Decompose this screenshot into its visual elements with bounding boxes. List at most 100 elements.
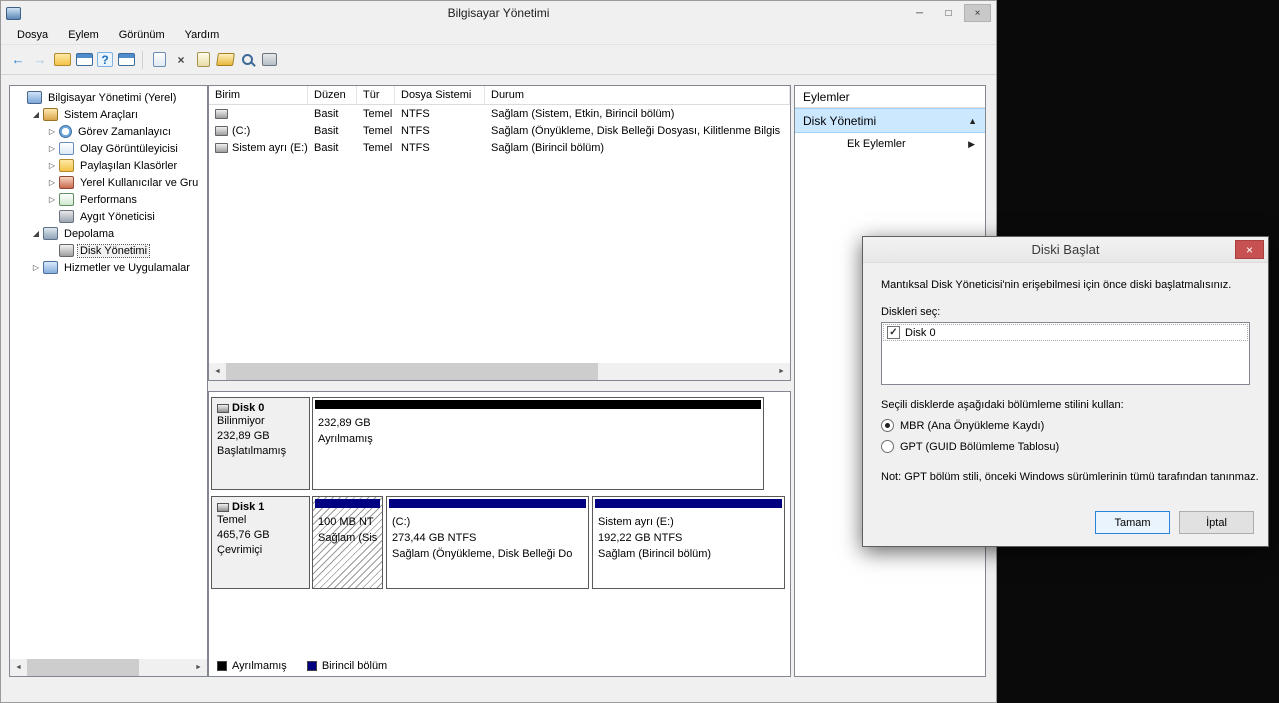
menu-gorunum[interactable]: Görünüm <box>109 26 175 44</box>
folder-icon[interactable] <box>53 53 71 66</box>
column-birim[interactable]: Birim <box>209 86 308 104</box>
help-library-icon[interactable] <box>261 53 277 66</box>
console-pane-icon[interactable] <box>117 53 135 66</box>
tree-item-yerel-kullanicilar[interactable]: ▷ Yerel Kullanıcılar ve Gru <box>10 174 207 191</box>
window-title: Bilgisayar Yönetimi <box>447 6 550 20</box>
menu-dosya[interactable]: Dosya <box>7 26 58 44</box>
volume-row-system[interactable]: Basit Temel NTFS Sağlam (Sistem, Etkin, … <box>209 105 790 122</box>
disk-icon <box>217 403 229 413</box>
column-tur[interactable]: Tür <box>357 86 395 104</box>
gpt-radio[interactable] <box>881 440 894 453</box>
volume-row-c[interactable]: (C:) Basit Temel NTFS Sağlam (Önyükleme,… <box>209 122 790 139</box>
shared-folders-icon <box>59 159 74 172</box>
task-scheduler-icon <box>59 125 72 138</box>
disk-1-label[interactable]: Disk 1 Temel 465,76 GB Çevrimiçi <box>211 496 310 589</box>
partition-e[interactable]: Sistem ayrı (E:) 192,22 GB NTFS Sağlam (… <box>592 496 785 589</box>
export-list-icon[interactable] <box>152 52 166 67</box>
primary-color-bar <box>595 499 782 508</box>
back-icon[interactable]: ← <box>9 51 27 69</box>
dialog-title: Diski Başlat <box>1031 242 1100 257</box>
menu-bar: Dosya Eylem Görünüm Yardım <box>1 25 996 45</box>
tree-item-olay-goruntuleyicisi[interactable]: ▷ Olay Görüntüleyicisi <box>10 140 207 157</box>
scroll-thumb[interactable] <box>226 363 598 380</box>
ok-button[interactable]: Tamam <box>1095 511 1170 534</box>
close-button[interactable]: × <box>964 4 991 22</box>
menu-yardim[interactable]: Yardım <box>175 26 230 44</box>
partition-style-label: Seçili disklerde aşağıdaki bölümleme sti… <box>881 399 1124 411</box>
search-icon[interactable] <box>241 54 253 65</box>
toolbar-separator <box>142 50 143 69</box>
toolbar: ← → ? × <box>1 45 996 75</box>
disk-listbox[interactable]: ✓ Disk 0 <box>881 322 1250 385</box>
gpt-option[interactable]: GPT (GUID Bölümleme Tablosu) <box>881 440 1250 453</box>
dialog-titlebar[interactable]: Diski Başlat × <box>863 237 1268 263</box>
expand-icon[interactable]: ▷ <box>45 161 59 170</box>
tree-item-aygit-yoneticisi[interactable]: Aygıt Yöneticisi <box>10 208 207 225</box>
titlebar[interactable]: Bilgisayar Yönetimi ─ □ × <box>1 1 996 25</box>
select-disks-label: Diskleri seç: <box>881 306 941 318</box>
action-ek-eylemler[interactable]: Ek Eylemler ▶ <box>795 133 985 155</box>
unallocated-color-bar <box>315 400 761 409</box>
scroll-right-icon[interactable]: ► <box>190 659 207 676</box>
volume-list-header: Birim Düzen Tür Dosya Sistemi Durum <box>209 86 790 105</box>
radio-dot <box>885 423 890 428</box>
column-dosya-sistemi[interactable]: Dosya Sistemi <box>395 86 485 104</box>
chevron-up-icon[interactable]: ▲ <box>968 116 977 126</box>
menu-eylem[interactable]: Eylem <box>58 26 109 44</box>
disk-0-list-item[interactable]: ✓ Disk 0 <box>883 324 1248 341</box>
tree-horizontal-scrollbar[interactable]: ◄ ► <box>10 659 207 676</box>
mbr-option[interactable]: MBR (Ana Önyükleme Kaydı) <box>881 419 1250 432</box>
volume-row-e[interactable]: Sistem ayrı (E:) Basit Temel NTFS Sağlam… <box>209 139 790 156</box>
disk-0-unallocated-region[interactable]: 232,89 GB Ayrılmamış <box>312 397 764 490</box>
expand-icon[interactable]: ▷ <box>45 144 59 153</box>
collapse-icon[interactable]: ◢ <box>29 110 43 119</box>
tree-item-sistem-araclari[interactable]: ◢ Sistem Araçları <box>10 106 207 123</box>
expand-icon[interactable]: ▷ <box>45 195 59 204</box>
properties-icon[interactable] <box>196 52 210 67</box>
primary-swatch <box>306 661 317 671</box>
disk-0-label[interactable]: Disk 0 Bilinmiyor 232,89 GB Başlatılmamı… <box>211 397 310 490</box>
expand-icon[interactable]: ▷ <box>45 127 59 136</box>
column-duzen[interactable]: Düzen <box>308 86 357 104</box>
expand-icon[interactable]: ▷ <box>29 263 43 272</box>
tree-item-disk-yonetimi[interactable]: Disk Yönetimi <box>10 242 207 259</box>
maximize-button[interactable]: □ <box>935 4 962 22</box>
partition-system-reserved[interactable]: 100 MB NT Sağlam (Sis <box>312 496 383 589</box>
disk-0-row: Disk 0 Bilinmiyor 232,89 GB Başlatılmamı… <box>211 397 764 490</box>
scroll-left-icon[interactable]: ◄ <box>10 659 27 676</box>
cancel-button[interactable]: İptal <box>1179 511 1254 534</box>
tree-item-hizmetler[interactable]: ▷ Hizmetler ve Uygulamalar <box>10 259 207 276</box>
tree-item-depolama[interactable]: ◢ Depolama <box>10 225 207 242</box>
scroll-left-icon[interactable]: ◄ <box>209 363 226 380</box>
disk-graphical-view: Disk 0 Bilinmiyor 232,89 GB Başlatılmamı… <box>208 391 791 677</box>
local-users-icon <box>59 176 74 189</box>
scroll-right-icon[interactable]: ► <box>773 363 790 380</box>
disk-0-checkbox[interactable]: ✓ <box>887 326 900 339</box>
tree-item-paylasilan-klasorler[interactable]: ▷ Paylaşılan Klasörler <box>10 157 207 174</box>
minimize-button[interactable]: ─ <box>906 4 933 22</box>
chevron-right-icon[interactable]: ▶ <box>968 139 975 150</box>
mbr-radio[interactable] <box>881 419 894 432</box>
partition-c[interactable]: (C:) 273,44 GB NTFS Sağlam (Önyükleme, D… <box>386 496 589 589</box>
console-window-icon[interactable] <box>75 53 93 66</box>
unallocated-swatch <box>217 661 227 671</box>
tree-item-root[interactable]: Bilgisayar Yönetimi (Yerel) <box>10 89 207 106</box>
expand-icon[interactable]: ▷ <box>45 178 59 187</box>
volume-horizontal-scrollbar[interactable]: ◄ ► <box>209 363 790 380</box>
open-folder-icon[interactable] <box>215 53 235 66</box>
delete-icon[interactable]: × <box>172 51 190 69</box>
dialog-intro-text: Mantıksal Disk Yöneticisi'nin erişebilme… <box>881 279 1232 291</box>
forward-icon[interactable]: → <box>31 51 49 69</box>
legend-primary: Birincil bölüm <box>306 660 387 672</box>
help-icon[interactable]: ? <box>97 52 113 67</box>
tree-item-gorev-zamanlayici[interactable]: ▷ Görev Zamanlayıcı <box>10 123 207 140</box>
computer-management-window: Bilgisayar Yönetimi ─ □ × Dosya Eylem Gö… <box>0 0 997 703</box>
disk-management-icon <box>59 244 74 257</box>
column-durum[interactable]: Durum <box>485 86 790 104</box>
scroll-thumb[interactable] <box>27 659 139 676</box>
action-disk-yonetimi[interactable]: Disk Yönetimi ▲ <box>795 108 985 133</box>
disk-1-row: Disk 1 Temel 465,76 GB Çevrimiçi 100 MB … <box>211 496 785 589</box>
dialog-close-button[interactable]: × <box>1235 240 1264 259</box>
collapse-icon[interactable]: ◢ <box>29 229 43 238</box>
tree-item-performans[interactable]: ▷ Performans <box>10 191 207 208</box>
